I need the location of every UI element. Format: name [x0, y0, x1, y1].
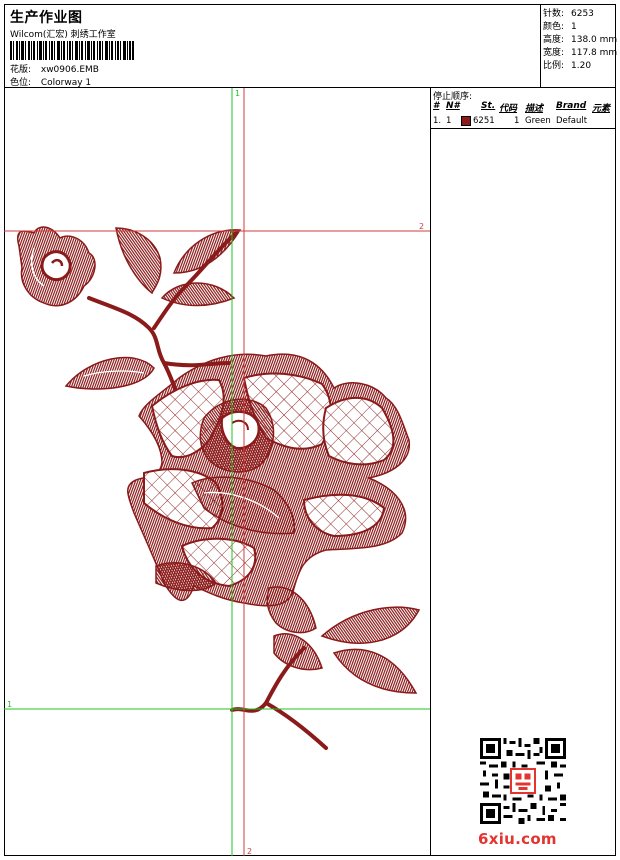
stat-label: 针数: [543, 9, 565, 19]
col-header-brand: Brand [556, 101, 587, 111]
guide-label-v2: 2 [247, 847, 252, 856]
stat-value: 6253 [571, 9, 594, 19]
rosebud [17, 226, 96, 307]
stats-box: 针数: 6253 颜色: 1 高度: 138.0 mm 宽度: 117.8 mm 比例:… [540, 4, 617, 88]
row-code: 1 [514, 116, 520, 126]
guide-label-h2: 2 [419, 222, 424, 231]
stat-stitches: 针数: 6253 [543, 6, 594, 19]
header-info-box: 生产作业图 Wilcom(汇宏) 刺绣工作室 花版: xw0906.EMB 色位… [4, 4, 541, 88]
col-header-stitches: St. [481, 101, 496, 111]
qr-code-image [480, 738, 566, 824]
row-stitches: 6251 [473, 116, 495, 126]
design-label: 花版: [10, 65, 32, 75]
stat-value: 138.0 mm [571, 35, 618, 45]
col-header-code: 代码 [499, 104, 518, 114]
stat-value: 117.8 mm [571, 48, 618, 58]
stat-colors: 颜色: 1 [543, 19, 577, 32]
stat-width: 宽度: 117.8 mm [543, 45, 617, 58]
design-file-row: 花版: xw0906.EMB [10, 62, 99, 75]
stat-height: 高度: 138.0 mm [543, 32, 617, 45]
stat-value: 1.20 [571, 61, 592, 71]
row-index: 1. [433, 116, 442, 126]
page-title: 生产作业图 [10, 10, 83, 26]
design-canvas[interactable]: 1 2 1 2 [4, 88, 431, 856]
col-header-needle: N# [446, 101, 460, 111]
guide-label-v1: 1 [235, 89, 240, 98]
stat-label: 颜色: [543, 22, 565, 32]
design-file-value: xw0906.EMB [40, 65, 99, 75]
row-brand: Default [556, 116, 588, 126]
stat-value: 1 [571, 22, 577, 32]
stat-label: 宽度: [543, 48, 565, 58]
colorway-row: 色位: Colorway 1 [10, 75, 91, 88]
embroidery-design: 1 2 1 2 [4, 88, 430, 856]
color-swatch [461, 116, 471, 126]
colorway-value: Colorway 1 [40, 78, 92, 88]
col-header-index: # [433, 101, 440, 111]
table-divider [431, 128, 616, 129]
guide-label-h1: 1 [7, 700, 12, 709]
company-name: Wilcom(汇宏) 刺绣工作室 [10, 30, 116, 40]
watermark-site: 6xiu.com [478, 830, 557, 848]
col-header-element: 元素 [592, 104, 611, 114]
row-needle: 1 [446, 116, 452, 126]
row-description: Green [525, 116, 551, 126]
barcode-image [10, 41, 134, 60]
colorway-label: 色位: [10, 78, 32, 88]
stat-label: 比例: [543, 61, 565, 71]
stat-label: 高度: [543, 35, 565, 45]
col-header-description: 描述 [525, 104, 544, 114]
stat-scale: 比例: 1.20 [543, 58, 591, 71]
